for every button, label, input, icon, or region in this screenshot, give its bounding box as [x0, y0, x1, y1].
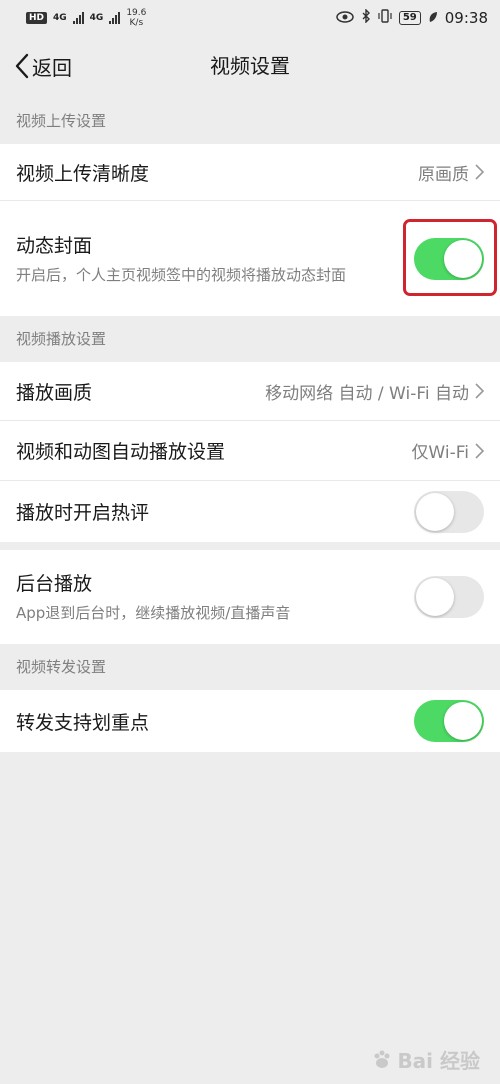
toggle-knob	[416, 578, 454, 616]
forward-highlight-toggle[interactable]	[414, 700, 484, 742]
playback-settings-group: 播放画质 移动网络 自动 / Wi-Fi 自动 视频和动图自动播放设置 仅Wi-…	[0, 362, 500, 542]
upload-quality-title: 视频上传清晰度	[16, 162, 150, 185]
bluetooth-icon	[361, 8, 371, 27]
watermark-logo: Bai 经验	[371, 1045, 480, 1074]
background-playback-toggle[interactable]	[414, 576, 484, 618]
leaf-icon	[428, 9, 438, 27]
autoplay-title: 视频和动图自动播放设置	[16, 441, 226, 463]
network-speed-value: 19.6	[126, 8, 147, 18]
playback-quality-value: 移动网络 自动 / Wi-Fi 自动	[265, 383, 469, 404]
hot-comments-toggle[interactable]	[414, 490, 484, 533]
background-playback-desc: App退到后台时，继续播放视频/直播声音	[16, 604, 291, 622]
upload-quality-value: 原画质	[418, 164, 469, 185]
autoplay-value: 仅Wi-Fi	[411, 443, 469, 463]
network-label-1: 4G	[53, 13, 67, 23]
status-right: 59 09:38	[336, 8, 488, 27]
section-header-upload: 视频上传设置	[0, 98, 500, 144]
battery-icon: 59	[398, 11, 421, 25]
toggle-knob	[444, 702, 482, 740]
dynamic-cover-text: 动态封面 开启后，个人主页视频签中的视频将播放动态封面	[16, 231, 414, 287]
hot-comments-title: 播放时开启热评	[16, 502, 150, 524]
upload-settings-group: 视频上传清晰度 原画质 动态封面 开启后，个人主页视频签中的视频将播放动态封面	[0, 144, 500, 316]
nav-bar: 返回 视频设置	[0, 36, 500, 98]
eye-icon	[336, 9, 354, 27]
status-left: HD 4G 4G 19.6 K/s	[26, 8, 146, 28]
paw-icon	[374, 1050, 390, 1068]
dynamic-cover-desc: 开启后，个人主页视频签中的视频将播放动态封面	[16, 265, 347, 284]
background-playback-group: 后台播放 App退到后台时，继续播放视频/直播声音	[0, 550, 500, 644]
network-label-2: 4G	[89, 13, 104, 23]
section-header-forward: 视频转发设置	[0, 644, 500, 690]
dynamic-cover-title: 动态封面	[16, 234, 93, 257]
group-spacer	[0, 542, 500, 550]
network-speed-unit: K/s	[129, 18, 144, 28]
background-playback-row: 后台播放 App退到后台时，继续播放视频/直播声音	[0, 550, 500, 644]
forward-settings-group: 转发支持划重点	[0, 690, 500, 752]
playback-quality-row[interactable]: 播放画质 移动网络 自动 / Wi-Fi 自动	[0, 362, 500, 420]
upload-quality-value-wrap: 原画质	[418, 160, 484, 185]
background-playback-title: 后台播放	[16, 573, 93, 595]
autoplay-row[interactable]: 视频和动图自动播放设置 仅Wi-Fi	[0, 420, 500, 480]
highlight-annotation-box	[403, 219, 497, 296]
background-playback-text: 后台播放 App退到后台时，继续播放视频/直播声音	[16, 569, 414, 625]
hd-badge: HD	[26, 12, 48, 24]
signal-icon-2	[109, 12, 121, 24]
hot-comments-row: 播放时开启热评	[0, 480, 500, 542]
watermark-text: Bai 经验	[397, 1049, 480, 1073]
chevron-right-icon	[475, 164, 484, 180]
vibrate-icon	[378, 9, 392, 27]
chevron-right-icon	[475, 442, 484, 459]
upload-quality-row[interactable]: 视频上传清晰度 原画质	[0, 144, 500, 200]
signal-icon-1	[72, 12, 84, 24]
chevron-right-icon	[475, 383, 484, 399]
clock-time: 09:38	[444, 9, 488, 27]
forward-highlight-row: 转发支持划重点	[0, 690, 500, 752]
network-speed: 19.6 K/s	[126, 8, 146, 28]
forward-highlight-title: 转发支持划重点	[16, 711, 150, 734]
section-header-playback: 视频播放设置	[0, 316, 500, 362]
toggle-knob	[416, 492, 454, 531]
dynamic-cover-row: 动态封面 开启后，个人主页视频签中的视频将播放动态封面	[0, 200, 500, 316]
status-bar: HD 4G 4G 19.6 K/s 59 09:38	[0, 0, 500, 36]
playback-quality-value-wrap: 移动网络 自动 / Wi-Fi 自动	[265, 379, 484, 404]
autoplay-value-wrap: 仅Wi-Fi	[411, 438, 484, 463]
page-title: 视频设置	[210, 54, 290, 78]
playback-quality-title: 播放画质	[16, 381, 93, 404]
